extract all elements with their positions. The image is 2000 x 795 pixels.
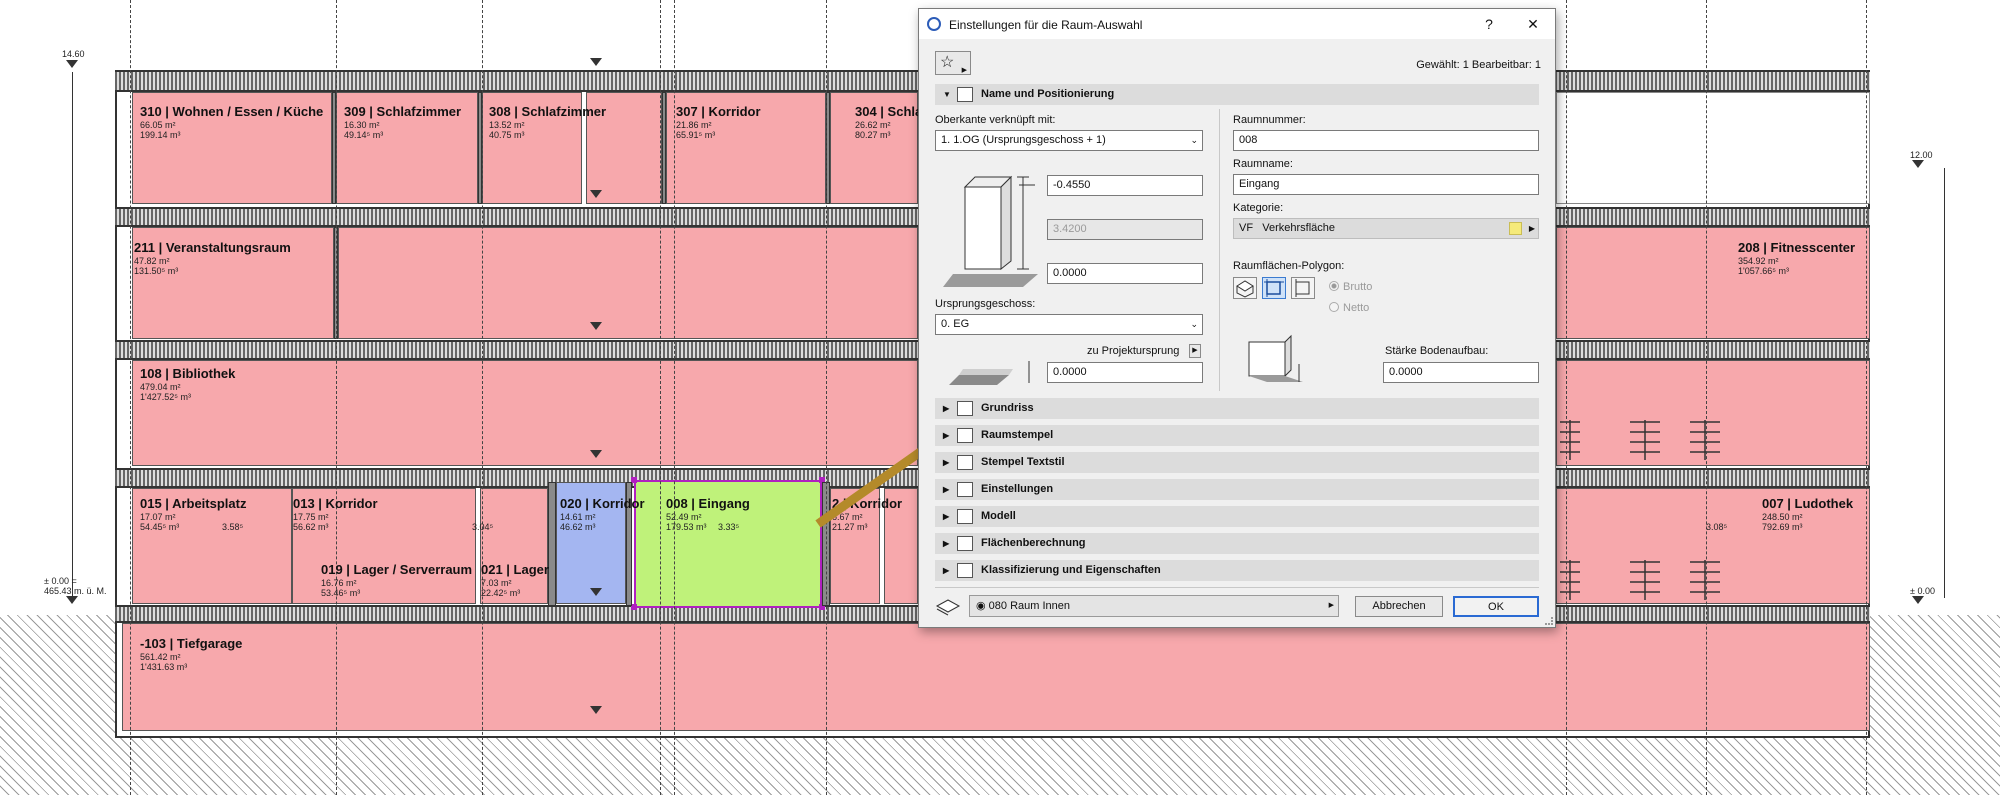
room-name-label: Raumname: [1233,158,1293,170]
section-icon [957,87,973,102]
section-label: Name und Positionierung [981,88,1115,100]
top-linked-select[interactable]: 1. 1.OG (Ursprungsgeschoss + 1) ⌄ [935,130,1203,151]
column-divider [1219,109,1220,391]
section-flaechenberechnung[interactable]: ▶ Flächenberechnung [935,533,1539,554]
top-linked-value: 1. 1.OG (Ursprungsgeschoss + 1) [941,134,1106,146]
collapsed-triangle-icon: ▶ [943,512,950,521]
home-story-value: 0. EG [941,318,970,330]
floor-thickness-field[interactable]: 0.0000 [1383,362,1539,383]
dialog-titlebar[interactable]: Einstellungen für die Raum-Auswahl ? ✕ [919,9,1555,39]
collapsed-triangle-icon: ▶ [943,566,950,575]
top-offset-field[interactable]: -0.4550 [1047,175,1203,196]
radio-circle-icon [1329,281,1339,291]
selection-info: Gewählt: 1 Bearbeitbar: 1 [1416,59,1541,71]
triangle-right-icon: ▶ [1192,347,1198,354]
section-label: Flächenberechnung [981,537,1086,549]
section-label: Klassifizierung und Eigenschaften [981,564,1161,576]
section-icon [957,563,973,578]
collapsed-triangle-icon: ▶ [943,539,950,548]
section-icon [957,536,973,551]
room-number-field[interactable]: 008 [1233,130,1539,151]
radio-net-label: Netto [1343,302,1370,314]
collapsed-triangle-icon: ▶ [943,458,950,467]
section-icon [957,455,973,470]
close-button[interactable]: ✕ [1523,15,1543,33]
category-color-swatch [1509,222,1522,235]
floor-diagram-icon [949,361,1030,385]
app-logo-icon [927,17,941,31]
expanded-triangle-icon: ▼ [943,90,951,99]
chevron-down-icon: ⌄ [1190,135,1198,145]
layer-value: 080 Raum Innen [988,600,1071,612]
favorites-button[interactable]: ☆ ▶ [935,51,971,75]
polygon-3d-button[interactable] [1233,277,1257,299]
collapsed-triangle-icon: ▶ [943,431,950,440]
cancel-button[interactable]: Abbrechen [1355,596,1443,617]
bottom-offset-field[interactable]: 0.0000 [1047,263,1203,284]
section-name-positioning[interactable]: ▼ Name und Positionierung [935,84,1539,105]
section-label: Modell [981,510,1016,522]
section-icon [957,509,973,524]
ok-button[interactable]: OK [1453,596,1539,617]
radio-gross[interactable]: Brutto [1329,281,1372,293]
category-select[interactable]: VF Verkehrsfläche ▶ [1233,218,1539,239]
section-stempel-textstil[interactable]: ▶ Stempel Textstil [935,452,1539,473]
triangle-right-icon: ▶ [961,67,967,74]
room-number-label: Raumnummer: [1233,114,1306,126]
layer-select[interactable]: ◉ 080 Raum Innen ▶ [969,595,1339,617]
footer-divider [935,587,1539,588]
home-story-label: Ursprungsgeschoss: [935,298,1036,310]
floor-build-up-diagram-icon [1248,334,1303,382]
category-label: Kategorie: [1233,202,1284,214]
section-modell[interactable]: ▶ Modell [935,506,1539,527]
room-height-field: 3.4200 [1047,219,1203,240]
collapsed-triangle-icon: ▶ [943,485,950,494]
star-icon: ☆ [940,54,955,71]
polygon-gross-icon [1264,279,1284,297]
project-zero-field[interactable]: 0.0000 [1047,362,1203,383]
chevron-down-icon: ⌄ [1190,319,1198,329]
category-value: Verkehrsfläche [1262,222,1335,234]
canvas[interactable]: { "drawing": { "rooms": [ {"id":"310","l… [0,0,2000,795]
top-linked-label: Oberkante verknüpft mit: [935,114,1056,126]
radio-circle-icon [1329,302,1339,312]
home-story-select[interactable]: 0. EG ⌄ [935,314,1203,335]
room-height-diagram-icon [943,175,1038,287]
eye-icon: ◉ [976,600,986,612]
room-settings-dialog: Einstellungen für die Raum-Auswahl ? ✕ ☆… [918,8,1556,628]
polygon-net-icon [1295,279,1310,297]
category-code: VF [1239,222,1254,234]
section-einstellungen[interactable]: ▶ Einstellungen [935,479,1539,500]
section-label: Grundriss [981,402,1034,414]
project-zero-toggle[interactable]: ▶ [1189,344,1201,358]
polygon-gross-button[interactable] [1262,277,1286,299]
dialog-title: Einstellungen für die Raum-Auswahl [949,18,1143,32]
radio-net[interactable]: Netto [1329,302,1369,314]
section-icon [957,401,973,416]
section-icon [957,428,973,443]
floor-thickness-label: Stärke Bodenaufbau: [1385,345,1489,357]
polygon-label: Raumflächen-Polygon: [1233,260,1345,272]
section-label: Raumstempel [981,429,1054,441]
triangle-right-icon: ▶ [1528,224,1535,233]
radio-gross-label: Brutto [1343,281,1373,293]
room-name-field[interactable]: Eingang [1233,174,1539,195]
section-grundriss[interactable]: ▶ Grundriss [935,398,1539,419]
section-icon [957,482,973,497]
room-3d-icon [1236,280,1254,298]
triangle-right-icon: ▶ [1328,602,1334,609]
collapsed-triangle-icon: ▶ [943,404,950,413]
resize-grip-icon[interactable] [1545,617,1553,625]
section-raumstempel[interactable]: ▶ Raumstempel [935,425,1539,446]
section-label: Einstellungen [981,483,1054,495]
polygon-net-button[interactable] [1291,277,1315,299]
help-button[interactable]: ? [1479,15,1499,33]
project-zero-label: zu Projektursprung [1087,345,1180,357]
layer-icon [935,599,961,616]
section-label: Stempel Textstil [981,456,1065,468]
section-klassifizierung[interactable]: ▶ Klassifizierung und Eigenschaften [935,560,1539,581]
